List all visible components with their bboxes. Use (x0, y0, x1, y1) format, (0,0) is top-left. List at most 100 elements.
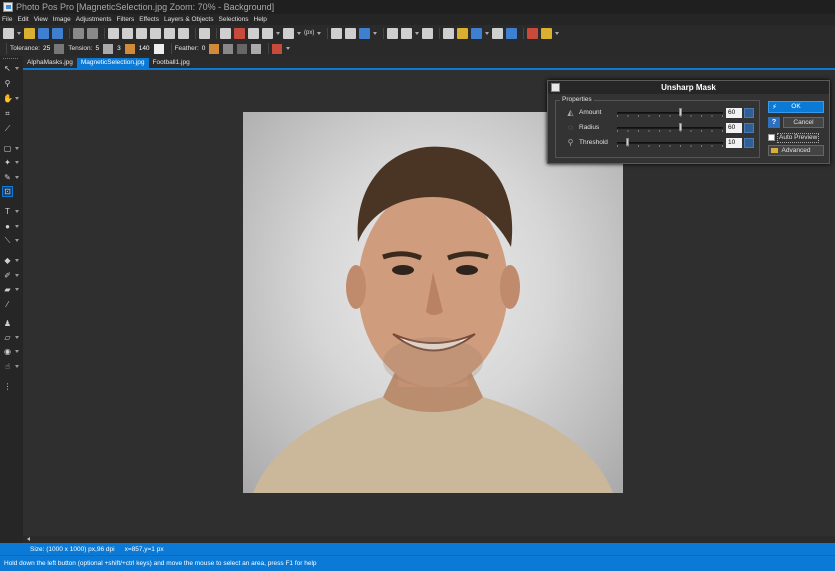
fill-tool-dropdown-icon[interactable] (15, 259, 19, 262)
menu-edit[interactable]: Edit (17, 16, 28, 23)
radius-spin-button[interactable] (744, 123, 754, 133)
rotate-icon[interactable] (248, 27, 259, 39)
hand-tool[interactable]: ✋ (3, 94, 13, 103)
tab-football1[interactable]: Football1.jpg (149, 58, 194, 68)
invert-selection-icon[interactable] (237, 43, 248, 54)
healing-tool[interactable]: ▱ (3, 333, 12, 342)
save-as-icon[interactable] (52, 27, 63, 39)
new-file-icon[interactable] (3, 27, 14, 39)
color-icon[interactable] (471, 27, 483, 39)
dialog-titlebar[interactable]: Unsharp Mask (548, 81, 829, 94)
auto-preview-checkbox[interactable]: Auto Preview (768, 132, 824, 143)
amount-slider-thumb[interactable] (678, 108, 682, 116)
menu-effects[interactable]: Effects (139, 16, 159, 23)
magic-wand-dropdown-icon[interactable] (15, 161, 19, 164)
menu-view[interactable]: View (34, 16, 48, 23)
brush-tool-dropdown-icon[interactable] (15, 274, 19, 277)
threshold-slider-thumb[interactable] (625, 138, 629, 146)
hue-icon[interactable] (359, 27, 371, 39)
contrast-swatch-icon[interactable] (153, 43, 164, 54)
more-tools[interactable]: ⋮ (3, 382, 12, 391)
copy-icon[interactable] (122, 27, 133, 39)
filter-dropdown-icon[interactable] (415, 31, 420, 35)
rect-select-tool[interactable]: ▢ (3, 144, 12, 153)
undo-icon[interactable] (73, 27, 84, 39)
select-all-icon[interactable] (223, 43, 234, 54)
zoom-tool[interactable]: ⚲ (3, 79, 12, 88)
help-button[interactable]: ? (768, 117, 780, 128)
width-input[interactable]: 3 (117, 45, 121, 52)
image-canvas[interactable] (243, 112, 623, 493)
move-tool-dropdown-icon[interactable] (15, 67, 19, 70)
tension-input[interactable]: 5 (95, 45, 99, 52)
cut-icon[interactable] (108, 27, 119, 39)
unit-dropdown-icon[interactable] (317, 31, 322, 35)
sharpen-icon[interactable] (387, 27, 399, 39)
paste-layer-icon[interactable] (164, 27, 175, 39)
lasso-dropdown-icon[interactable] (15, 176, 19, 179)
amount-value-input[interactable]: 60 (726, 108, 742, 118)
eraser-tool-dropdown-icon[interactable] (15, 288, 19, 291)
feather-input[interactable]: 0 (202, 45, 206, 52)
menu-filters[interactable]: Filters (117, 16, 135, 23)
smudge-tool-dropdown-icon[interactable] (15, 365, 19, 368)
adjust-dropdown-icon[interactable] (373, 31, 378, 35)
menu-selections[interactable]: Selections (219, 16, 249, 23)
radius-value-input[interactable]: 60 (726, 123, 742, 133)
amount-slider-track[interactable] (617, 112, 723, 114)
fill-tool[interactable]: ◆ (3, 256, 12, 265)
horizontal-scrollbar[interactable] (23, 536, 835, 543)
color-swatch-icon[interactable] (124, 43, 135, 54)
paste-new-icon[interactable] (150, 27, 161, 39)
menu-adjustments[interactable]: Adjustments (76, 16, 112, 23)
menu-help[interactable]: Help (254, 16, 267, 23)
photo-effect-icon[interactable] (527, 27, 539, 39)
tolerance-input[interactable]: 25 (43, 45, 50, 52)
redo-icon[interactable] (87, 27, 98, 39)
ruler-icon[interactable] (283, 27, 294, 39)
advanced-button[interactable]: Advanced (768, 145, 824, 156)
line-tool[interactable]: ⟍ (3, 236, 12, 245)
open-folder-icon[interactable] (24, 27, 35, 39)
canvas-icon[interactable] (220, 27, 231, 39)
lasso-tool[interactable]: ✎ (3, 173, 12, 182)
threshold-slider-track[interactable] (617, 142, 723, 144)
levels-icon[interactable] (331, 27, 343, 39)
move-tool[interactable]: ↖ (3, 64, 12, 73)
healing-tool-dropdown-icon[interactable] (15, 336, 19, 339)
straighten-tool[interactable]: ⟋ (3, 124, 12, 133)
line-tool-dropdown-icon[interactable] (15, 239, 19, 242)
contrast-icon[interactable] (443, 27, 455, 39)
magnetic-selection-tool[interactable]: ⊡ (2, 186, 13, 197)
clone-stamp-tool[interactable]: ♟ (3, 319, 12, 328)
ruler-dropdown-icon[interactable] (297, 31, 301, 35)
ok-button[interactable]: ⚡ OK (768, 101, 824, 113)
threshold-spin-button[interactable] (744, 138, 754, 148)
eraser-tool[interactable]: ▰ (3, 285, 12, 294)
shape-tool-dropdown-icon[interactable] (15, 225, 19, 228)
tolerance-slider-icon[interactable] (54, 43, 65, 54)
grid-dropdown-icon[interactable] (276, 31, 280, 35)
clear-selection-icon[interactable] (272, 43, 283, 54)
save-icon[interactable] (38, 27, 49, 39)
scroll-left-icon[interactable] (27, 537, 30, 541)
radius-slider-track[interactable] (617, 127, 723, 129)
menu-file[interactable]: File (2, 16, 12, 23)
paste-icon[interactable] (136, 27, 147, 39)
curves-icon[interactable] (345, 27, 357, 39)
mirror-icon[interactable] (262, 27, 273, 39)
redeye-icon[interactable] (492, 27, 504, 39)
panel-grip[interactable] (3, 58, 18, 60)
redeye-tool-dropdown-icon[interactable] (15, 350, 19, 353)
frequency-input[interactable]: 140 (139, 45, 150, 52)
flip-icon[interactable] (234, 27, 245, 39)
hand-tool-dropdown-icon[interactable] (15, 97, 19, 100)
auto-preview-check-icon[interactable] (768, 134, 775, 141)
brush-icon[interactable] (103, 43, 114, 54)
menu-layers-objects[interactable]: Layers & Objects (164, 16, 214, 23)
feather-icon[interactable] (209, 43, 220, 54)
crop-icon[interactable] (178, 27, 189, 39)
shape-tool[interactable]: ● (3, 222, 12, 231)
tab-magneticselection[interactable]: MagneticSelection.jpg (76, 58, 149, 68)
smudge-tool[interactable]: ☝ (3, 362, 12, 371)
